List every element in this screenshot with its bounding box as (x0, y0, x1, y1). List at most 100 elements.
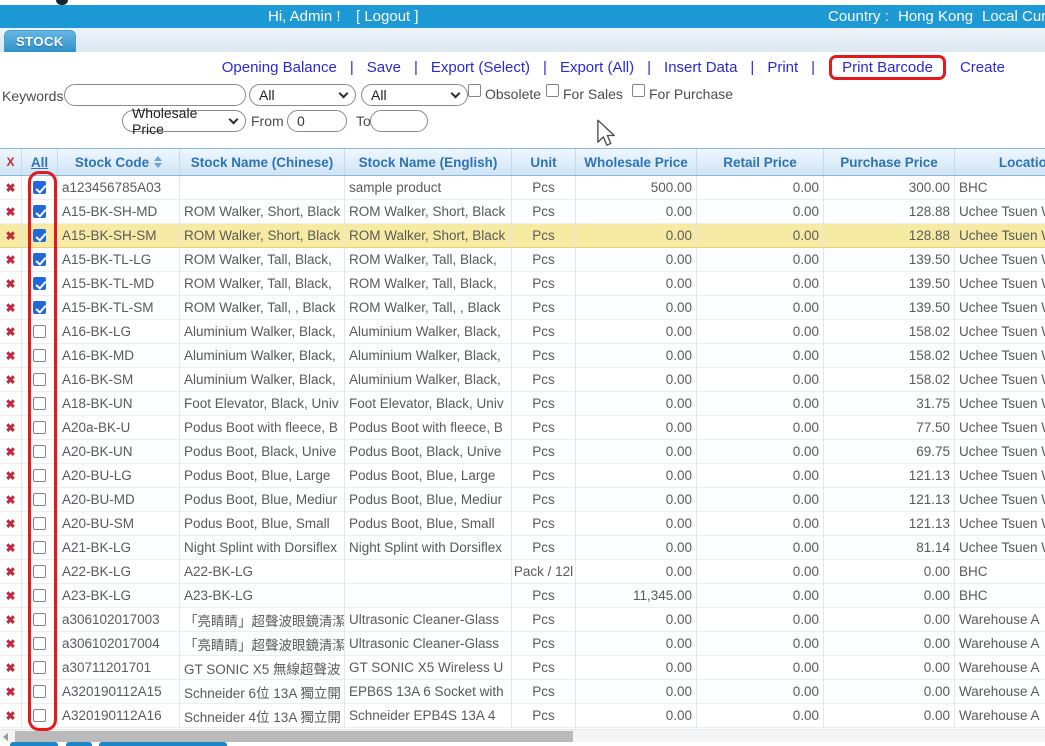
row-checkbox[interactable] (33, 493, 46, 506)
delete-row-button[interactable]: ✖ (0, 368, 22, 392)
delete-row-button[interactable]: ✖ (0, 560, 22, 584)
row-checkbox[interactable] (33, 349, 46, 362)
row-checkbox[interactable] (33, 709, 46, 722)
toolbar-print-button[interactable]: Print (767, 59, 798, 76)
logout-link[interactable]: [ Logout ] (356, 8, 419, 25)
wholesale-price-cell: 0.00 (576, 440, 697, 464)
unit-cell: Pcs (512, 512, 576, 536)
stock-table-body: ✖a123456785A03sample productPcs500.000.0… (0, 176, 1045, 728)
row-checkbox[interactable] (33, 685, 46, 698)
delete-row-button[interactable]: ✖ (0, 176, 22, 200)
delete-row-button[interactable]: ✖ (0, 296, 22, 320)
delete-row-button[interactable]: ✖ (0, 584, 22, 608)
toolbar-export-all-button[interactable]: Export (All) (560, 59, 634, 76)
category-select-2-value: All (371, 87, 387, 103)
bottom-button-2[interactable] (66, 742, 92, 746)
row-checkbox[interactable] (33, 325, 46, 338)
delete-row-button[interactable]: ✖ (0, 536, 22, 560)
for-purchase-checkbox[interactable] (632, 84, 645, 97)
delete-row-button[interactable]: ✖ (0, 464, 22, 488)
row-checkbox[interactable] (33, 541, 46, 554)
delete-row-button[interactable]: ✖ (0, 656, 22, 680)
location-cell: Uchee Tsuen W (955, 488, 1045, 512)
row-checkbox[interactable] (33, 589, 46, 602)
horizontal-scrollbar[interactable] (0, 729, 1045, 742)
row-checkbox[interactable] (33, 277, 46, 290)
row-checkbox[interactable] (33, 373, 46, 386)
category-select-1-value: All (259, 87, 275, 103)
bottom-button-3[interactable] (99, 742, 227, 746)
row-checkbox[interactable] (33, 301, 46, 314)
toolbar-opening-balance-button[interactable]: Opening Balance (222, 59, 337, 76)
table-row: ✖A18-BK-UNFoot Elevator, Black, UnivFoot… (0, 392, 1045, 416)
row-checkbox[interactable] (33, 469, 46, 482)
checkbox-cell (22, 176, 58, 200)
delete-row-button[interactable]: ✖ (0, 392, 22, 416)
checkbox-cell (22, 248, 58, 272)
scroll-left-arrow-icon[interactable] (3, 733, 8, 741)
delete-row-button[interactable]: ✖ (0, 416, 22, 440)
delete-row-button[interactable]: ✖ (0, 200, 22, 224)
header-stock-code[interactable]: Stock Code (58, 149, 180, 175)
stock-name-english-cell: ROM Walker, Tall, , Black (345, 296, 512, 320)
header-select-all[interactable]: All (31, 155, 48, 170)
delete-row-button[interactable]: ✖ (0, 224, 22, 248)
delete-row-button[interactable]: ✖ (0, 608, 22, 632)
bottom-button-1[interactable] (10, 742, 58, 746)
row-checkbox[interactable] (33, 565, 46, 578)
wholesale-price-cell: 0.00 (576, 272, 697, 296)
delete-row-button[interactable]: ✖ (0, 488, 22, 512)
category-select-1[interactable]: All (249, 84, 356, 106)
delete-row-button[interactable]: ✖ (0, 248, 22, 272)
price-from-input[interactable] (287, 110, 347, 132)
toolbar-export-select-button[interactable]: Export (Select) (431, 59, 530, 76)
location-cell: BHC (955, 176, 1045, 200)
table-row: ✖A15-BK-SH-MDROM Walker, Short, BlackROM… (0, 200, 1045, 224)
purchase-price-cell: 139.50 (824, 248, 955, 272)
filter-panel: Keywords All All Obsolete For Sales For … (0, 82, 1045, 142)
delete-row-button[interactable]: ✖ (0, 320, 22, 344)
row-checkbox[interactable] (33, 205, 46, 218)
toolbar-save-button[interactable]: Save (367, 59, 401, 76)
row-checkbox[interactable] (33, 397, 46, 410)
row-checkbox[interactable] (33, 229, 46, 242)
table-row: ✖A16-BK-MDAluminium Walker, Black,Alumin… (0, 344, 1045, 368)
price-to-input[interactable] (370, 110, 428, 132)
row-checkbox[interactable] (33, 421, 46, 434)
delete-row-button[interactable]: ✖ (0, 440, 22, 464)
obsolete-checkbox[interactable] (468, 84, 481, 97)
delete-row-button[interactable]: ✖ (0, 704, 22, 728)
delete-row-button[interactable]: ✖ (0, 680, 22, 704)
wholesale-price-cell: 0.00 (576, 296, 697, 320)
row-checkbox[interactable] (33, 445, 46, 458)
category-select-2[interactable]: All (361, 84, 468, 106)
row-checkbox[interactable] (33, 613, 46, 626)
delete-row-button[interactable]: ✖ (0, 512, 22, 536)
unit-cell: Pcs (512, 584, 576, 608)
row-checkbox[interactable] (33, 637, 46, 650)
header-stock-name-chinese: Stock Name (Chinese) (180, 149, 345, 175)
row-checkbox[interactable] (33, 517, 46, 530)
toolbar-create-button[interactable]: Create (960, 59, 1005, 76)
delete-row-button[interactable]: ✖ (0, 632, 22, 656)
stock-name-chinese-cell: ROM Walker, Short, Black (180, 224, 345, 248)
for-sales-label: For Sales (563, 86, 623, 102)
keywords-input[interactable] (64, 84, 246, 106)
location-cell: BHC (955, 560, 1045, 584)
toolbar-print-barcode-button[interactable]: Print Barcode (842, 59, 933, 76)
header-delete-all[interactable]: X (6, 155, 14, 169)
price-field-select[interactable]: Wholesale Price (122, 110, 246, 132)
delete-row-button[interactable]: ✖ (0, 272, 22, 296)
stock-name-english-cell: Night Splint with Dorsiflex (345, 536, 512, 560)
row-checkbox[interactable] (33, 253, 46, 266)
tab-stock[interactable]: STOCK (4, 30, 76, 52)
delete-row-button[interactable]: ✖ (0, 344, 22, 368)
wholesale-price-cell: 0.00 (576, 416, 697, 440)
location-cell: Warehouse A (955, 680, 1045, 704)
for-sales-checkbox[interactable] (546, 84, 559, 97)
row-checkbox[interactable] (33, 661, 46, 674)
scrollbar-thumb[interactable] (15, 731, 573, 742)
row-checkbox[interactable] (33, 181, 46, 194)
toolbar-insert-data-button[interactable]: Insert Data (664, 59, 737, 76)
stock-name-chinese-cell: ROM Walker, Short, Black (180, 200, 345, 224)
